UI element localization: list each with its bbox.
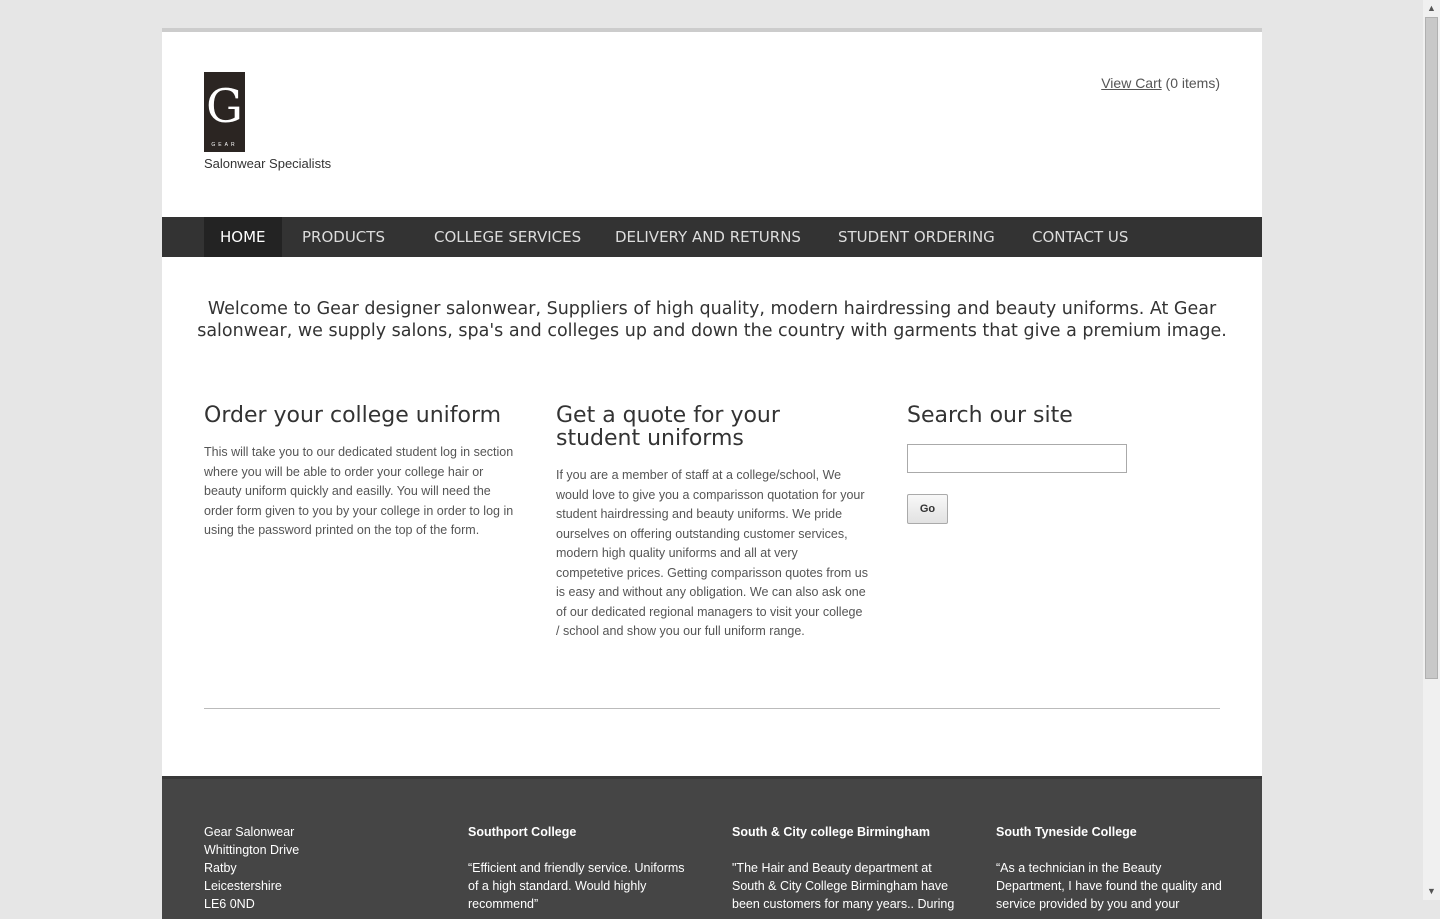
address-line: LE6 0ND xyxy=(204,897,255,911)
order-uniform-heading[interactable]: Order your college uniform xyxy=(204,404,514,427)
tagline: Salonwear Specialists xyxy=(204,156,332,171)
testimonial-title: South & City college Birmingham xyxy=(732,825,930,839)
address-line: Gear Salonwear xyxy=(204,825,295,839)
content-divider xyxy=(204,708,1220,709)
address-line: Whittington Drive xyxy=(204,843,300,857)
logo-letter: G xyxy=(206,79,243,133)
nav-item-home[interactable]: HOME xyxy=(204,217,282,257)
quote-text: If you are a member of staff at a colleg… xyxy=(556,468,868,638)
footer: Gear Salonwear Whittington Drive Ratby L… xyxy=(162,776,1262,919)
search-section: Search our site Go xyxy=(907,404,1227,524)
scroll-down-arrow-icon[interactable]: ▼ xyxy=(1423,883,1440,900)
cart-item-count: (0 items) xyxy=(1165,75,1220,91)
quote-section: Get a quote for your student uniforms If… xyxy=(556,404,868,642)
view-cart-link[interactable]: View Cart xyxy=(1101,75,1161,91)
scrollbar-thumb[interactable] xyxy=(1425,17,1438,679)
address-line: Leicestershire xyxy=(204,879,282,893)
search-heading: Search our site xyxy=(907,403,1073,428)
search-go-button[interactable]: Go xyxy=(907,494,948,524)
gear-logo[interactable]: G GEAR xyxy=(204,72,245,152)
vertical-scrollbar[interactable]: ▲ ▼ xyxy=(1423,0,1440,900)
nav-item-delivery-and-returns[interactable]: DELIVERY AND RETURNS xyxy=(615,217,801,257)
nav-item-contact-us[interactable]: CONTACT US xyxy=(1032,217,1128,257)
main-nav: HOME PRODUCTS COLLEGE SERVICES DELIVERY … xyxy=(162,217,1262,257)
testimonial-quote: "The Hair and Beauty department at South… xyxy=(732,861,955,911)
order-uniform-text: This will take you to our dedicated stud… xyxy=(204,445,514,537)
nav-item-college-services[interactable]: COLLEGE SERVICES xyxy=(434,217,581,257)
scroll-up-arrow-icon[interactable]: ▲ xyxy=(1423,0,1440,17)
logo-word: GEAR xyxy=(211,142,238,148)
nav-item-student-ordering[interactable]: STUDENT ORDERING xyxy=(838,217,995,257)
search-input[interactable] xyxy=(907,444,1127,473)
nav-item-products[interactable]: PRODUCTS xyxy=(302,217,385,257)
page-container: G GEAR Salonwear Specialists View Cart (… xyxy=(162,28,1262,919)
testimonial-title: South Tyneside College xyxy=(996,825,1137,839)
testimonial-quote: “Efficient and friendly service. Uniform… xyxy=(468,861,685,911)
address-line: Ratby xyxy=(204,861,237,875)
testimonial-quote: “As a technician in the Beauty Departmen… xyxy=(996,861,1222,911)
cart-summary: View Cart (0 items) xyxy=(1101,75,1220,91)
quote-heading[interactable]: Get a quote for your student uniforms xyxy=(556,404,868,450)
welcome-text: Welcome to Gear designer salonwear, Supp… xyxy=(197,299,1227,341)
order-uniform-section: Order your college uniform This will tak… xyxy=(204,404,514,541)
testimonial-title: Southport College xyxy=(468,825,577,839)
